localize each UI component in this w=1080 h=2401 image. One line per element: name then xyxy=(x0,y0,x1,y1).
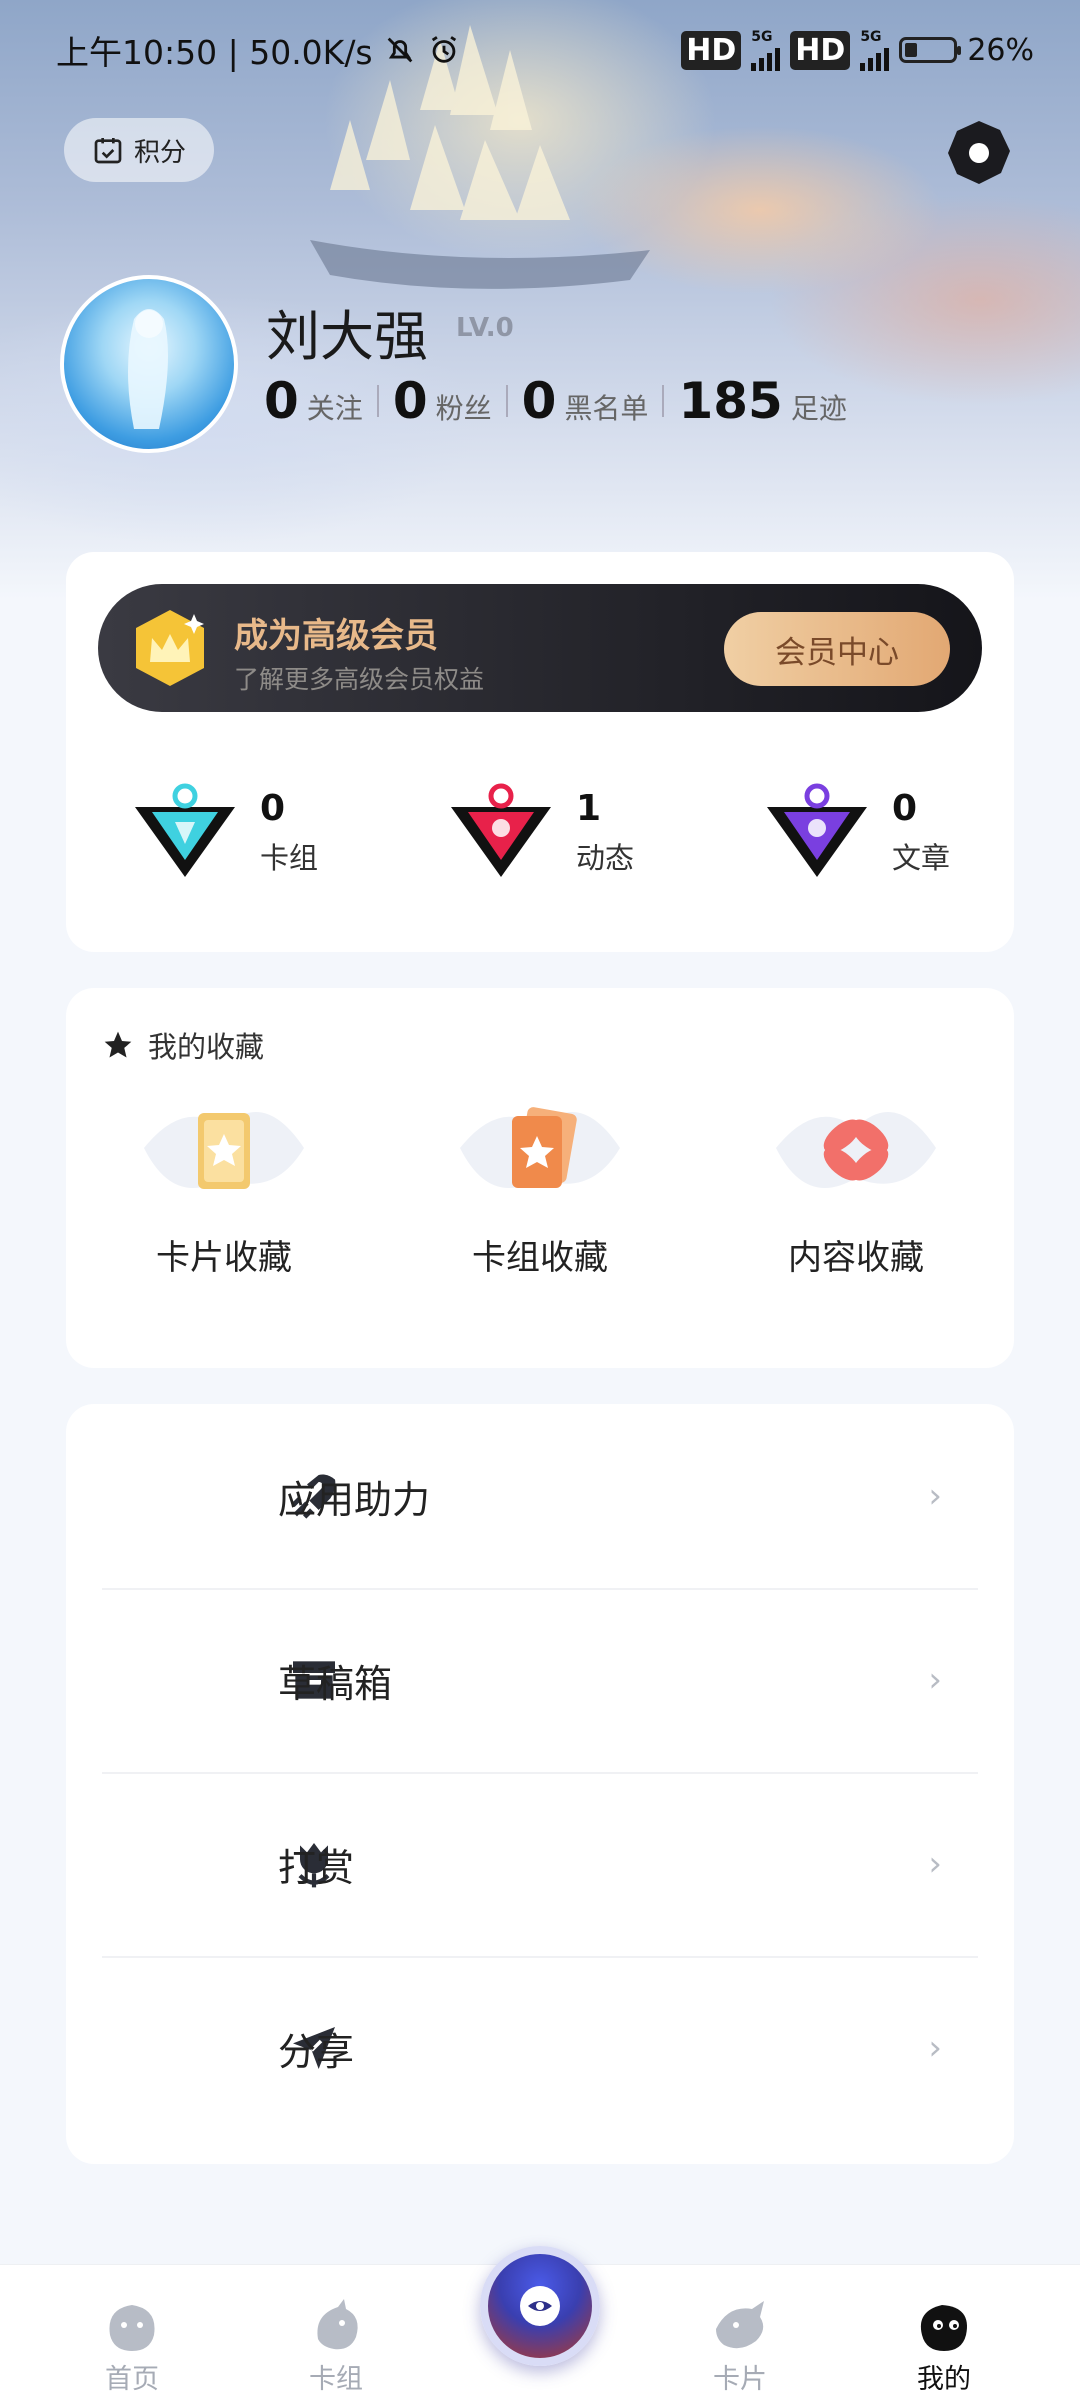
stat-blacklist[interactable]: 0 黑名单 xyxy=(522,372,649,430)
menu-label: 分享 xyxy=(278,2029,355,2074)
calendar-check-icon xyxy=(94,138,122,164)
favorites-header: 我的收藏 xyxy=(102,1024,264,1066)
battery-percent: 26% xyxy=(967,32,1034,68)
menu-card: 应用助力 › 草稿箱 › 打赏 › 分享 › xyxy=(66,1404,1014,2164)
stat-value: 0 xyxy=(264,372,299,430)
stat-following[interactable]: 0 关注 xyxy=(264,372,363,430)
nav-label: 卡组 xyxy=(309,2364,363,2395)
count-value: 1 xyxy=(575,787,602,829)
favorites-card: 我的收藏 卡片收藏 卡组收藏 内容收藏 xyxy=(66,988,1014,1368)
star-icon xyxy=(104,1031,132,1058)
vip-subtitle: 了解更多高级会员权益 xyxy=(234,665,485,694)
menu-item-drafts[interactable]: 草稿箱 › xyxy=(102,1588,978,1772)
vip-banner[interactable]: 成为高级会员 了解更多高级会员权益 会员中心 xyxy=(98,584,982,712)
avatar-illustration xyxy=(128,309,168,429)
eye-emblem-icon xyxy=(520,2286,560,2326)
signal-icon xyxy=(751,45,781,71)
membership-card: 成为高级会员 了解更多高级会员权益 会员中心 0 卡组 1 动态 0 文章 xyxy=(66,552,1014,952)
network-type: 5G xyxy=(860,29,882,45)
center-action-button[interactable] xyxy=(480,2246,600,2366)
triangle-gem-icon xyxy=(766,783,867,877)
fav-label: 内容收藏 xyxy=(788,1238,924,1278)
nav-home[interactable]: 首页 xyxy=(72,2295,192,2396)
triangle-gem-icon xyxy=(450,783,551,877)
menu-item-app-boost[interactable]: 应用助力 › xyxy=(102,1404,978,1588)
nav-mine[interactable]: 我的 xyxy=(884,2295,1004,2396)
settings-icon[interactable] xyxy=(944,118,1014,188)
menu-label: 草稿箱 xyxy=(278,1661,393,1706)
status-time-speed: 上午10:50 | 50.0K/s xyxy=(56,33,373,72)
fav-decks[interactable]: 卡组收藏 xyxy=(400,1088,680,1279)
count-label: 卡组 xyxy=(259,840,318,875)
stat-value: 185 xyxy=(678,372,783,430)
points-label: 积分 xyxy=(133,137,186,168)
count-value: 0 xyxy=(891,787,918,829)
nav-cards[interactable]: 卡片 xyxy=(680,2295,800,2396)
stat-label: 关注 xyxy=(306,392,363,425)
profile-stats: 0 关注 0 粉丝 0 黑名单 185 足迹 xyxy=(264,372,847,430)
nav-decks[interactable]: 卡组 xyxy=(276,2295,396,2396)
vip-title: 成为高级会员 xyxy=(234,616,438,656)
chevron-right-icon: › xyxy=(928,1660,942,1700)
hd-badge: HD xyxy=(681,30,742,70)
battery-icon xyxy=(899,37,962,63)
member-center-button[interactable]: 会员中心 xyxy=(724,612,950,686)
card-star-icon xyxy=(144,1112,304,1189)
stat-followers[interactable]: 0 粉丝 xyxy=(393,372,492,430)
dragon-icon xyxy=(317,2299,358,2350)
points-button[interactable]: 积分 xyxy=(64,118,214,182)
stat-label: 黑名单 xyxy=(564,392,649,425)
fav-cards[interactable]: 卡片收藏 xyxy=(84,1088,364,1279)
signal-icon xyxy=(860,45,890,71)
crown-icon xyxy=(136,610,204,686)
fish-monster-icon xyxy=(716,2301,764,2349)
mute-bell-icon xyxy=(387,37,412,63)
level-badge: LV.0 xyxy=(456,313,514,343)
count-label: 文章 xyxy=(891,840,950,875)
stat-value: 0 xyxy=(392,372,428,430)
chevron-right-icon: › xyxy=(928,2028,942,2068)
stat-footprints[interactable]: 185 足迹 xyxy=(678,372,846,430)
username: 刘大强 xyxy=(266,305,428,368)
triangle-gem-icon xyxy=(134,783,235,877)
menu-item-share[interactable]: 分享 › xyxy=(102,1956,978,2140)
count-posts[interactable]: 1 动态 xyxy=(410,782,670,882)
avatar[interactable] xyxy=(60,275,238,453)
fluffy-monster-icon xyxy=(109,2305,155,2351)
stat-divider xyxy=(505,385,508,417)
hd-badge: HD xyxy=(790,30,851,70)
stat-value: 0 xyxy=(521,372,557,430)
nav-label: 我的 xyxy=(917,2364,971,2395)
favorites-title: 我的收藏 xyxy=(148,1030,265,1064)
stat-divider xyxy=(376,385,379,417)
fluffy-monster-icon xyxy=(920,2305,967,2351)
menu-label: 打赏 xyxy=(278,1845,355,1890)
fav-content[interactable]: 内容收藏 xyxy=(716,1088,996,1279)
petal-icon xyxy=(776,1112,936,1188)
network-type: 5G xyxy=(751,29,773,45)
chevron-right-icon: › xyxy=(928,1844,942,1884)
fav-label: 卡组收藏 xyxy=(472,1238,608,1278)
count-articles[interactable]: 0 文章 xyxy=(726,782,986,882)
status-bar: 上午10:50 | 50.0K/s HD 5G HD 5G 26% xyxy=(56,28,1034,72)
content-counts: 0 卡组 1 动态 0 文章 xyxy=(66,782,1014,882)
nav-label: 卡片 xyxy=(713,2364,767,2395)
card-deck-star-icon xyxy=(460,1107,620,1188)
count-value: 0 xyxy=(259,787,286,829)
count-decks[interactable]: 0 卡组 xyxy=(94,782,354,882)
stat-divider xyxy=(662,385,665,417)
alarm-clock-icon xyxy=(431,36,456,63)
fav-label: 卡片收藏 xyxy=(156,1238,292,1278)
stat-label: 足迹 xyxy=(790,392,847,425)
chevron-right-icon: › xyxy=(928,1476,942,1516)
nav-label: 首页 xyxy=(105,2364,159,2395)
stat-label: 粉丝 xyxy=(435,392,492,425)
menu-label: 应用助力 xyxy=(278,1477,431,1522)
count-label: 动态 xyxy=(575,840,634,875)
menu-item-tip[interactable]: 打赏 › xyxy=(102,1772,978,1956)
